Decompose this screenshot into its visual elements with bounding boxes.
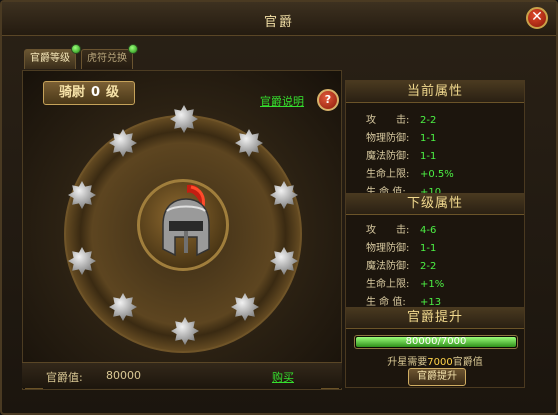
attributes-panel: 当前属性 攻 击: 2-2 物理防御: 1-1 魔法防御: 1-1 生命上限: +0.5… xyxy=(345,80,525,388)
rank-upgrade-header: 官爵提升 xyxy=(346,307,524,329)
rank-emblem-panel: 骑尉 0 级 官爵说明 ? xyxy=(22,70,342,390)
rank-points-label: 官爵值: xyxy=(46,371,83,384)
tab-rank-level[interactable]: 官爵等级 xyxy=(24,44,81,69)
help-icon[interactable]: ? xyxy=(317,89,339,111)
attr-row: 物理防御: 1-1 xyxy=(366,243,437,254)
rank-name: 骑尉 xyxy=(58,85,85,100)
rank-plate: 骑尉 0 级 xyxy=(43,81,135,105)
rank-upgrade-button[interactable]: 官爵提升 xyxy=(408,368,466,386)
notification-dot-icon xyxy=(128,44,138,54)
rank-level-suffix: 级 xyxy=(106,85,120,100)
tab-tiger-tally-exchange[interactable]: 虎符兑换 xyxy=(81,44,138,69)
attr-row: 魔法防御: 1-1 xyxy=(366,151,437,162)
current-attributes-header: 当前属性 xyxy=(346,81,524,103)
attr-row: 攻 击: 2-2 xyxy=(366,115,437,126)
title-bar[interactable]: 官爵 ✕ xyxy=(2,2,556,36)
next-attributes-header: 下级属性 xyxy=(346,193,524,215)
buy-link[interactable]: 购买 xyxy=(272,369,294,385)
close-icon[interactable]: ✕ xyxy=(526,7,548,29)
upgrade-progress-bar: 80000/7000 xyxy=(354,335,518,349)
attr-row: 生命上限: +1% xyxy=(366,279,445,290)
attr-row: 魔法防御: 2-2 xyxy=(366,261,437,272)
upgrade-requirement: 升星需要7000官爵值 xyxy=(387,357,483,368)
notification-dot-icon xyxy=(71,44,81,54)
official-rank-window: 官爵 ✕ 官爵等级 虎符兑换 骑尉 0 级 官爵说明 ? 官爵值: 80000 … xyxy=(0,0,558,415)
attr-row: 生命上限: +0.5% xyxy=(366,169,454,180)
tab-tiger-tally-label: 虎符兑换 xyxy=(87,53,127,64)
rank-level: 0 xyxy=(90,85,101,100)
window-title: 官爵 xyxy=(263,15,294,30)
helmet-icon xyxy=(162,184,210,257)
progress-text: 80000/7000 xyxy=(405,336,467,347)
rank-explain-link[interactable]: 官爵说明 xyxy=(260,93,304,109)
tab-rank-level-label: 官爵等级 xyxy=(30,53,70,64)
rank-points-value: 80000 xyxy=(106,369,141,382)
attr-row: 物理防御: 1-1 xyxy=(366,133,437,144)
attr-row: 生 命 值: +13 xyxy=(366,297,442,308)
rank-points-bar: 官爵值: 80000 购买 xyxy=(22,362,342,388)
attr-row: 攻 击: 4-6 xyxy=(366,225,437,236)
